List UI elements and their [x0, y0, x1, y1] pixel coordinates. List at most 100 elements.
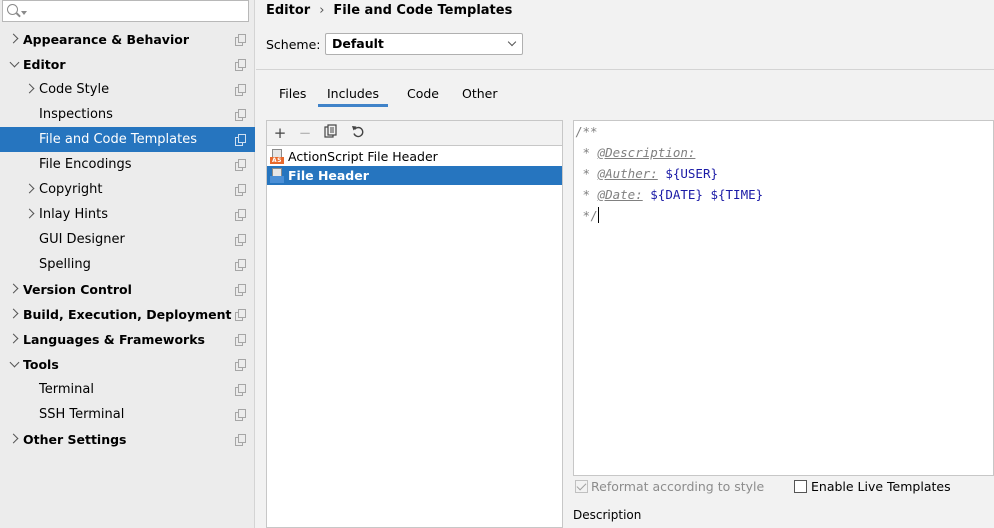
sidebar-item-inspections[interactable]: Inspections — [0, 102, 255, 127]
template-name: ActionScript File Header — [288, 149, 438, 164]
project-settings-icon — [235, 284, 246, 296]
sidebar-item-label: SSH Terminal — [39, 407, 125, 422]
template-list-item[interactable]: AS ActionScript File Header — [267, 147, 562, 166]
text-caret — [597, 207, 599, 223]
chevron-right-icon[interactable] — [24, 202, 36, 227]
remove-icon[interactable]: − — [296, 124, 314, 142]
sidebar-item-label: GUI Designer — [39, 232, 125, 247]
sidebar-item-label: File Encodings — [39, 157, 132, 172]
chevron-right-icon[interactable] — [8, 427, 20, 452]
sidebar-item-spelling[interactable]: Spelling — [0, 252, 255, 277]
live-templates-checkbox-box[interactable] — [794, 480, 807, 493]
project-settings-icon — [235, 359, 246, 371]
project-settings-icon — [235, 334, 246, 346]
settings-search-box[interactable] — [2, 0, 249, 22]
chevron-right-icon[interactable] — [24, 177, 36, 202]
sidebar-item-terminal[interactable]: Terminal — [0, 377, 255, 402]
sidebar-item-label: Other Settings — [23, 432, 127, 447]
breadcrumb: Editor › File and Code Templates — [266, 3, 512, 18]
project-settings-icon — [235, 34, 246, 46]
sidebar-item-inlay-hints[interactable]: Inlay Hints — [0, 202, 255, 227]
divider — [256, 69, 994, 70]
sidebar-item-label: Appearance & Behavior — [23, 32, 189, 47]
sidebar-item-gui-designer[interactable]: GUI Designer — [0, 227, 255, 252]
sidebar-item-file-and-code-templates[interactable]: File and Code Templates — [0, 127, 255, 152]
template-variable: ${USER} — [665, 166, 719, 181]
sidebar-item-label: Build, Execution, Deployment — [23, 307, 232, 322]
sidebar-item-editor[interactable]: Editor — [0, 52, 255, 77]
sidebar-item-version-control[interactable]: Version Control — [0, 277, 255, 302]
copy-template-icon[interactable] — [322, 124, 340, 142]
settings-content: Editor › File and Code Templates Scheme: D… — [256, 0, 994, 528]
sidebar-item-label: File and Code Templates — [39, 132, 197, 147]
code-line: * @Auther: ${USER} — [575, 163, 719, 184]
java-file-icon — [270, 168, 284, 183]
project-settings-icon — [235, 434, 246, 446]
comment-text: * — [575, 187, 598, 202]
reformat-checkbox-box[interactable] — [575, 480, 588, 493]
sidebar-item-copyright[interactable]: Copyright — [0, 177, 255, 202]
template-list-toolbar: + − — [267, 121, 562, 146]
code-line: */ — [575, 205, 599, 226]
project-settings-icon — [235, 184, 246, 196]
sidebar-item-label: Tools — [23, 357, 59, 372]
chevron-right-icon[interactable] — [8, 27, 20, 52]
sidebar-item-label: Editor — [23, 57, 66, 72]
breadcrumb-separator: › — [319, 3, 325, 18]
search-icon[interactable] — [7, 4, 18, 15]
sidebar-item-languages-frameworks[interactable]: Languages & Frameworks — [0, 327, 255, 352]
tab-other[interactable]: Other — [453, 80, 507, 107]
scheme-label: Scheme: — [266, 37, 321, 52]
sidebar-item-appearance-behavior[interactable]: Appearance & Behavior — [0, 27, 255, 52]
live-templates-label: Enable Live Templates — [811, 479, 951, 494]
tab-files[interactable]: Files — [270, 80, 315, 107]
comment-text: */ — [575, 208, 598, 223]
comment-text: /** — [575, 124, 598, 139]
comment-text: * — [575, 145, 598, 160]
chevron-right-icon[interactable] — [8, 327, 20, 352]
chevron-right-icon[interactable] — [8, 302, 20, 327]
sidebar-item-ssh-terminal[interactable]: SSH Terminal — [0, 402, 255, 427]
sidebar-item-tools[interactable]: Tools — [0, 352, 255, 377]
sidebar-item-label: Inlay Hints — [39, 207, 108, 222]
description-label: Description — [573, 508, 642, 522]
sidebar-item-build-execution-deployment[interactable]: Build, Execution, Deployment — [0, 302, 255, 327]
actionscript-file-icon: AS — [270, 149, 284, 164]
sidebar-item-label: Code Style — [39, 82, 110, 97]
javadoc-tag: @Date: — [597, 187, 643, 202]
reset-icon[interactable] — [349, 124, 367, 142]
project-settings-icon — [235, 59, 246, 71]
template-name: File Header — [288, 168, 369, 183]
tab-code[interactable]: Code — [398, 80, 448, 107]
project-settings-icon — [235, 384, 246, 396]
sidebar-item-label: Languages & Frameworks — [23, 332, 205, 347]
scheme-dropdown[interactable]: Default — [325, 33, 523, 55]
project-settings-icon — [235, 84, 246, 96]
sidebar-item-label: Terminal — [39, 382, 94, 397]
project-settings-icon — [235, 409, 246, 421]
chevron-down-icon[interactable] — [8, 352, 20, 377]
tab-includes[interactable]: Includes — [318, 80, 389, 107]
template-list-item[interactable]: File Header — [267, 166, 562, 185]
settings-search-input[interactable] — [29, 2, 244, 20]
breadcrumb-current: File and Code Templates — [333, 3, 513, 18]
sidebar-item-label: Spelling — [39, 257, 91, 272]
javadoc-tag: @Description: — [597, 145, 696, 160]
file-type-badge — [270, 176, 284, 183]
search-history-dropdown-icon[interactable] — [21, 11, 27, 15]
chevron-down-icon[interactable] — [8, 52, 20, 77]
code-line: /** — [575, 121, 598, 142]
add-icon[interactable]: + — [271, 124, 289, 142]
code-line: * @Description: — [575, 142, 696, 163]
chevron-right-icon[interactable] — [24, 77, 36, 102]
template-variable: ${TIME} — [710, 187, 764, 202]
template-editor[interactable]: /** * @Description: * @Auther: ${USER} *… — [573, 120, 994, 476]
chevron-right-icon[interactable] — [8, 277, 20, 302]
project-settings-icon — [235, 309, 246, 321]
chevron-down-icon — [507, 37, 517, 47]
comment-text: * — [575, 166, 598, 181]
sidebar-item-code-style[interactable]: Code Style — [0, 77, 255, 102]
sidebar-item-file-encodings[interactable]: File Encodings — [0, 152, 255, 177]
reformat-label: Reformat according to style — [591, 479, 765, 494]
sidebar-item-other-settings[interactable]: Other Settings — [0, 427, 255, 452]
